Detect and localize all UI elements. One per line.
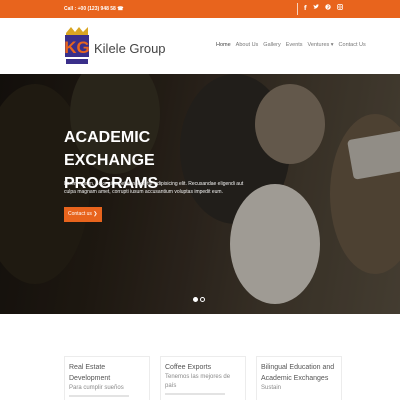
- hero-description: Lorem ipsum, dolor sit amet consectetur …: [64, 181, 244, 195]
- chevron-right-icon: ❯: [93, 211, 98, 217]
- nav-about-us[interactable]: About Us: [236, 42, 259, 48]
- instagram-icon[interactable]: [336, 3, 343, 15]
- card-divider: [165, 393, 225, 395]
- social-links: f: [304, 3, 343, 15]
- slider-dots: [193, 297, 205, 302]
- card-title: Coffee Exports: [165, 364, 212, 371]
- site-header: KG Kilele Group Home About Us Gallery Ev…: [0, 18, 400, 74]
- card-title: Real Estate Development: [69, 364, 111, 382]
- contact-us-button[interactable]: Contact us ❯: [64, 207, 102, 222]
- card-title: Bilingual Education and Academic Exchang…: [261, 364, 335, 382]
- pinterest-icon[interactable]: [324, 3, 331, 15]
- card-subtitle: Sustain: [261, 385, 282, 391]
- svg-text:KG: KG: [64, 38, 90, 57]
- nav-events[interactable]: Events: [286, 42, 303, 48]
- brand-name[interactable]: Kilele Group: [94, 41, 166, 56]
- nav-contact-us[interactable]: Contact Us: [339, 42, 366, 48]
- hero-slider: ACADEMIC EXCHANGE PROGRAMS Lorem ipsum, …: [0, 74, 400, 314]
- venture-card-education[interactable]: Bilingual Education and Academic Exchang…: [256, 356, 342, 400]
- ventures-cards: Real Estate Development Para cumplir sue…: [64, 356, 342, 400]
- phone-icon: ☎: [117, 6, 124, 12]
- slider-dot-active[interactable]: [193, 297, 198, 302]
- nav-ventures[interactable]: Ventures ▾: [308, 42, 334, 48]
- venture-card-real-estate[interactable]: Real Estate Development Para cumplir sue…: [64, 356, 150, 400]
- nav-gallery[interactable]: Gallery: [263, 42, 280, 48]
- nav-home[interactable]: Home: [216, 42, 231, 48]
- venture-card-coffee[interactable]: Coffee Exports Tenemos las mejores de pa…: [160, 356, 246, 400]
- main-nav: Home About Us Gallery Events Ventures ▾ …: [216, 42, 366, 48]
- contact-us-label: Contact us: [68, 211, 92, 217]
- kilele-logo[interactable]: KG: [64, 25, 90, 67]
- topbar-divider: [297, 3, 298, 15]
- slider-dot[interactable]: [200, 297, 205, 302]
- call-text: Call : +00 (123) 948 58: [64, 6, 116, 12]
- top-bar: Call : +00 (123) 948 58 ☎ f: [0, 0, 400, 18]
- card-subtitle: Para cumplir sueños: [69, 385, 124, 391]
- twitter-icon[interactable]: [313, 3, 319, 15]
- card-subtitle: Tenemos las mejores de país: [165, 374, 231, 389]
- card-divider: [69, 395, 129, 397]
- call-info: Call : +00 (123) 948 58 ☎: [64, 4, 123, 14]
- facebook-icon[interactable]: f: [304, 3, 307, 15]
